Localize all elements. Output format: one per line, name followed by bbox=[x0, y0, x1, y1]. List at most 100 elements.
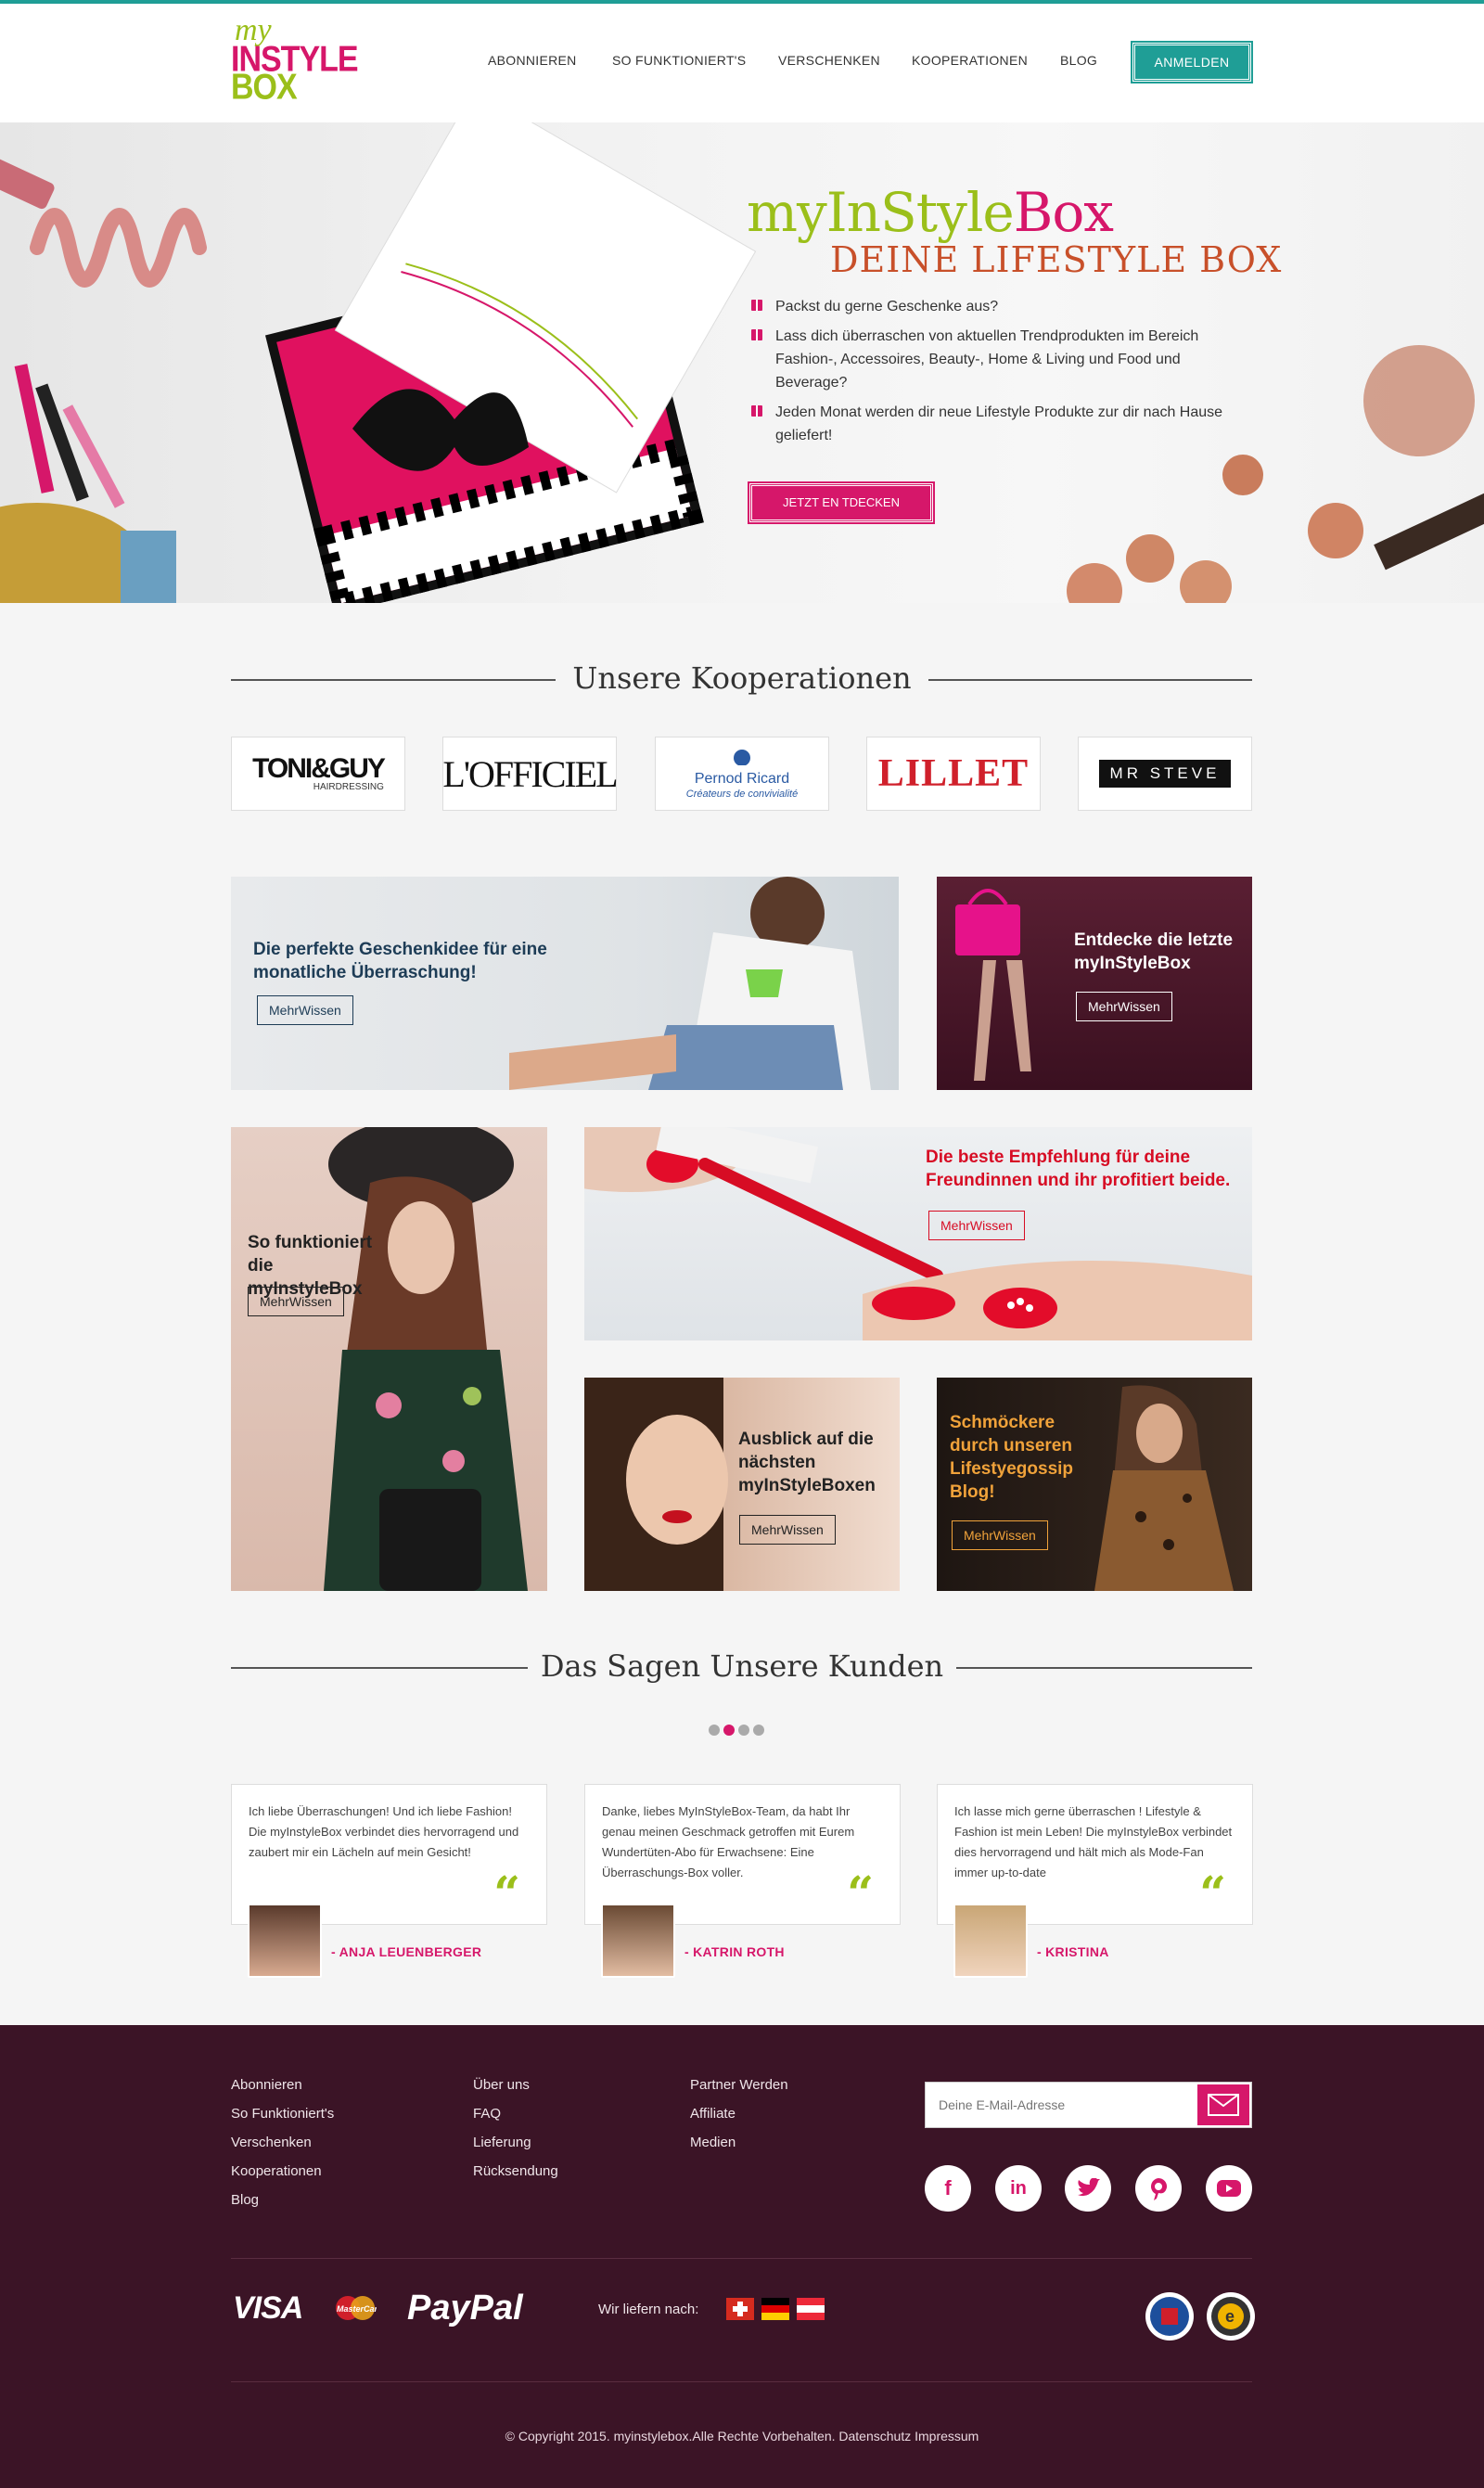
tile-text: Die beste Empfehlung für deine Freundinn… bbox=[926, 1148, 1231, 1190]
lipstick bbox=[0, 151, 55, 210]
footer-column-2: Über uns FAQ Lieferung Rücksendung bbox=[473, 2071, 558, 2186]
swiss-flag-icon bbox=[726, 2298, 754, 2320]
hero-bullets: Packst du gerne Geschenke aus? Lass dich… bbox=[749, 295, 1241, 454]
brush-icon bbox=[1374, 481, 1484, 571]
copyright-text: © Copyright 2015. myinstylebox.Alle Rech… bbox=[505, 2429, 979, 2443]
gift-icon bbox=[751, 329, 762, 340]
promo-tile-blog[interactable]: Schmöckere durch unseren Lifestyegossip … bbox=[937, 1378, 1252, 1591]
gift-icon bbox=[751, 300, 762, 311]
trust-seal-icon bbox=[1145, 2291, 1195, 2346]
german-flag-icon bbox=[761, 2298, 789, 2320]
mastercard-label: MasterCard bbox=[337, 2304, 377, 2314]
site-logo[interactable]: my INSTYLE BOX bbox=[231, 15, 359, 109]
linkedin-icon[interactable]: in bbox=[995, 2165, 1042, 2212]
more-info-button[interactable]: MehrWissen bbox=[952, 1520, 1048, 1550]
paypal-logo: PayPal bbox=[407, 2289, 523, 2328]
partner-lillet[interactable]: LILLET bbox=[866, 737, 1041, 811]
carousel-dot-active[interactable] bbox=[723, 1725, 735, 1736]
footer-link[interactable]: Lieferung bbox=[473, 2128, 558, 2157]
avatar bbox=[601, 1904, 675, 1978]
footer-link[interactable]: Partner Werden bbox=[690, 2071, 788, 2099]
footer-column-3: Partner Werden Affiliate Medien bbox=[690, 2071, 788, 2157]
more-info-button[interactable]: MehrWissen bbox=[248, 1287, 344, 1316]
more-info-button[interactable]: MehrWissen bbox=[1076, 992, 1172, 1021]
newsletter-submit-button[interactable] bbox=[1197, 2084, 1249, 2125]
mastercard-logo: MasterCard bbox=[334, 2295, 383, 2321]
nav-abonnieren[interactable]: ABONNIEREN bbox=[488, 53, 577, 68]
footer-link[interactable]: Über uns bbox=[473, 2071, 558, 2099]
promo-tile-preview[interactable]: Ausblick auf die nächsten myInStyleBoxen… bbox=[584, 1378, 900, 1591]
footer-link[interactable]: Verschenken bbox=[231, 2128, 334, 2157]
gift-icon bbox=[751, 405, 762, 417]
carousel-dot[interactable] bbox=[753, 1725, 764, 1736]
footer-link[interactable]: Abonnieren bbox=[231, 2071, 334, 2099]
footer-link[interactable]: Kooperationen bbox=[231, 2157, 334, 2186]
testimonial-name: - ANJA LEUENBERGER bbox=[331, 1944, 482, 1959]
footer-link[interactable]: Blog bbox=[231, 2186, 334, 2214]
carousel-dot[interactable] bbox=[738, 1725, 749, 1736]
more-info-button[interactable]: MehrWissen bbox=[928, 1211, 1025, 1240]
avatar bbox=[248, 1904, 322, 1978]
facebook-icon[interactable]: f bbox=[925, 2165, 971, 2212]
partner-pernod-ricard[interactable]: Pernod Ricard Créateurs de convivialité bbox=[655, 737, 829, 811]
lipstick-swatch bbox=[30, 208, 207, 288]
pinterest-icon[interactable] bbox=[1135, 2165, 1182, 2212]
nailpolish-icon bbox=[121, 531, 176, 603]
hero-bullet: Jeden Monat werden dir neue Lifestyle Pr… bbox=[749, 401, 1241, 447]
partner-toniguy[interactable]: TONI&GUY HAIRDRESSING bbox=[231, 737, 405, 811]
blush-pearl bbox=[1067, 563, 1122, 603]
carousel-dots bbox=[709, 1725, 764, 1736]
nav-kooperationen[interactable]: KOOPERATIONEN bbox=[912, 53, 1028, 68]
footer-link[interactable]: So Funktioniert's bbox=[231, 2099, 334, 2128]
nav-verschenken[interactable]: VERSCHENKEN bbox=[778, 53, 880, 68]
delivery-flags bbox=[726, 2298, 825, 2320]
more-info-button[interactable]: MehrWissen bbox=[257, 995, 353, 1025]
tile-text: Entdecke die letzte myInStyleBox bbox=[1074, 930, 1234, 973]
promo-tile-how-it-works[interactable]: So funktioniert die myInstyleBox MehrWis… bbox=[231, 1127, 547, 1591]
footer-divider bbox=[231, 2258, 1252, 2259]
newsletter-form bbox=[925, 2082, 1252, 2128]
divider-line bbox=[956, 1667, 1252, 1669]
twitter-icon[interactable] bbox=[1065, 2165, 1111, 2212]
hero-title: myInStyleBox bbox=[747, 181, 1114, 244]
footer-link[interactable]: FAQ bbox=[473, 2099, 558, 2128]
youtube-icon[interactable] bbox=[1206, 2165, 1252, 2212]
hero-bullet: Packst du gerne Geschenke aus? bbox=[749, 295, 1241, 318]
promo-tile-referral[interactable]: Die beste Empfehlung für deine Freundinn… bbox=[584, 1127, 1252, 1340]
testimonial-text: Ich liebe Überraschungen! Und ich liebe … bbox=[249, 1804, 519, 1859]
hero-cta-button[interactable]: JETZT EN TDECKEN bbox=[748, 481, 935, 524]
footer-link[interactable]: Rücksendung bbox=[473, 2157, 558, 2186]
testimonial-name: - KRISTINA bbox=[1037, 1944, 1109, 1959]
footer-link[interactable]: Medien bbox=[690, 2128, 788, 2157]
partner-mr-steve[interactable]: MR STEVE bbox=[1078, 737, 1252, 811]
hero-banner bbox=[0, 122, 1484, 603]
svg-text:e: e bbox=[1225, 2307, 1235, 2326]
nav-so-funktionierts[interactable]: SO FUNKTIONIERT'S bbox=[612, 53, 746, 68]
avatar bbox=[953, 1904, 1028, 1978]
brush-icon bbox=[14, 364, 55, 494]
hero-bullet: Lass dich überraschen von aktuellen Tren… bbox=[749, 325, 1241, 394]
hero-subtitle: DEINE LIFESTYLE BOX bbox=[830, 239, 1283, 280]
envelope-icon bbox=[1208, 2094, 1239, 2116]
quote-icon: “ bbox=[493, 1866, 520, 1920]
footer-link[interactable]: Affiliate bbox=[690, 2099, 788, 2128]
nav-blog[interactable]: BLOG bbox=[1060, 53, 1097, 68]
visa-logo: VISA bbox=[233, 2290, 303, 2326]
testimonials-title: Das Sagen Unsere Kunden bbox=[540, 1648, 944, 1684]
more-info-button[interactable]: MehrWissen bbox=[739, 1515, 836, 1545]
login-button[interactable]: ANMELDEN bbox=[1131, 41, 1253, 83]
partner-lofficiel[interactable]: L'OFFICIEL bbox=[442, 737, 619, 811]
quote-icon: “ bbox=[847, 1866, 874, 1920]
carousel-dot[interactable] bbox=[709, 1725, 720, 1736]
testimonial-text: Ich lasse mich gerne überraschen ! Lifes… bbox=[954, 1804, 1233, 1879]
promo-tile-gift-idea[interactable]: Die perfekte Geschenkidee für eine monat… bbox=[231, 877, 899, 1090]
testimonial-name: - KATRIN ROTH bbox=[684, 1944, 785, 1959]
footer-column-1: Abonnieren So Funktioniert's Verschenken… bbox=[231, 2071, 334, 2214]
promo-tile-latest-box[interactable]: Entdecke die letzte myInStyleBox MehrWis… bbox=[937, 877, 1252, 1090]
email-input[interactable] bbox=[926, 2083, 1195, 2127]
logo-box: BOX bbox=[231, 67, 298, 108]
quote-icon: “ bbox=[1199, 1866, 1226, 1920]
tile-text: Die perfekte Geschenkidee für eine monat… bbox=[253, 940, 547, 982]
divider-line bbox=[928, 679, 1252, 681]
partners-title: Unsere Kooperationen bbox=[572, 660, 912, 696]
